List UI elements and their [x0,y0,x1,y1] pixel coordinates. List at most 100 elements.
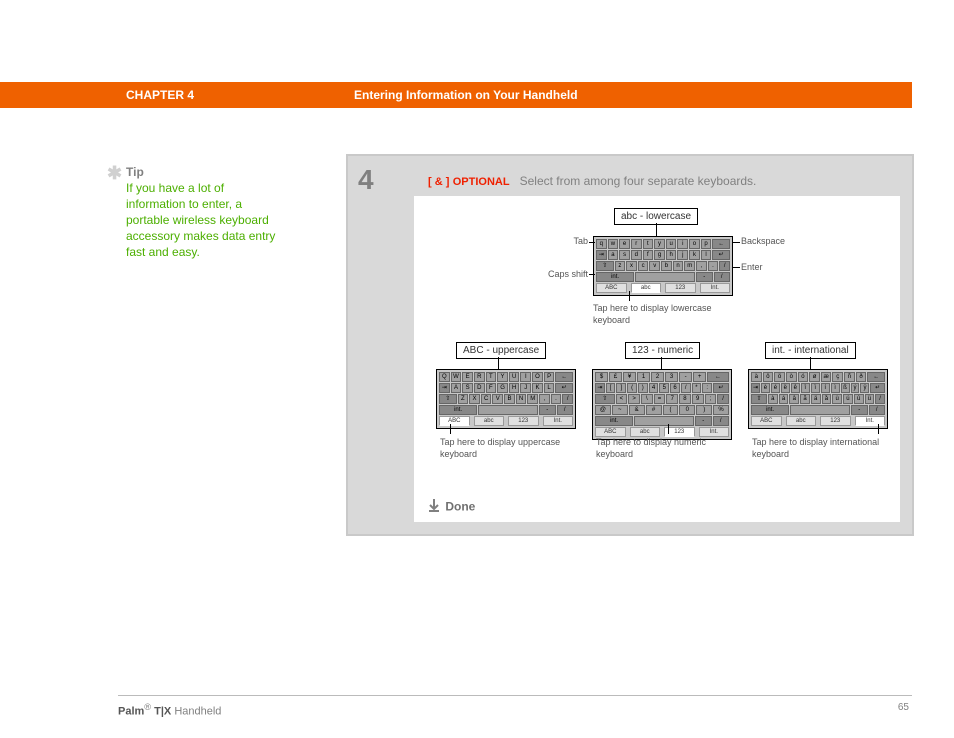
optional-label: OPTIONAL [453,176,510,188]
key: æ [821,372,832,382]
key: = [654,394,666,404]
key: â [789,394,799,404]
key: á [779,394,789,404]
key: ß [841,383,850,393]
key: ë [781,383,790,393]
key: - [539,405,555,415]
key: r [631,239,642,249]
key: R [474,372,485,382]
leader-line [450,424,451,434]
caption-numeric: Tap here to display numeric keyboard [596,436,736,460]
key: Q [439,372,450,382]
leader-line [589,242,595,243]
key: @ [595,405,611,415]
key: / [875,394,885,404]
key: ø [809,372,820,382]
key: N [516,394,527,404]
key: ã [800,394,810,404]
key: é [771,383,780,393]
key: d [631,250,642,260]
key: M [527,394,538,404]
key: u [666,239,677,249]
label-enter: Enter [741,262,763,272]
key: å [822,394,832,404]
key: ; [705,394,717,404]
key: 7 [666,394,678,404]
key: à [768,394,778,404]
key: Y [497,372,508,382]
key: ⇥ [751,383,760,393]
key: Z [458,394,469,404]
leader-line [810,357,811,369]
caption-lowercase: Tap here to display lowercase keyboard [593,302,733,326]
key: p [701,239,712,249]
label-caps: Caps shift [528,269,588,279]
key: 1 [637,372,650,382]
key: ò [786,372,797,382]
key: C [481,394,492,404]
key: ä [811,394,821,404]
key: A [451,383,462,393]
key: 8 [679,394,691,404]
leader-line [661,357,662,369]
key: c [638,261,649,271]
key: + [693,372,706,382]
key: ó [798,372,809,382]
key: ö [774,372,785,382]
key: 4 [649,383,659,393]
key: : [702,383,712,393]
key: b [661,261,672,271]
key: ~ [612,405,628,415]
key: è [761,383,770,393]
key: > [628,394,640,404]
key: i [677,239,688,249]
key: ì [831,383,840,393]
step-text: Select from among four separate keyboard… [520,174,757,188]
chapter-label: CHAPTER 4 [126,88,194,102]
key: û [854,394,864,404]
key: D [474,383,485,393]
step-instruction: [ & ] OPTIONAL Select from among four se… [428,174,900,188]
leader-line [629,291,630,301]
key: - [851,405,867,415]
key: ( [663,405,679,415]
key: int. [751,405,789,415]
key: ç [832,372,843,382]
key: y [654,239,665,249]
key: ⇧ [751,394,767,404]
key: . [551,394,562,404]
key: a [608,250,619,260]
key: ü [865,394,875,404]
key: w [608,239,619,249]
key: , [539,394,550,404]
key: K [532,383,543,393]
key: T [486,372,497,382]
key: ) [638,383,648,393]
key: í [821,383,830,393]
key: n [673,261,684,271]
label-tab: Tab [553,236,588,246]
key: ↵ [712,250,730,260]
leader-line [732,267,740,268]
key: ⇧ [596,261,614,271]
key: % [713,405,729,415]
keyboard-uppercase: QWERTYUIOP←⇥ASDFGHJKL↵⇧ZXCVBNM,./int.-/A… [436,369,576,429]
leader-line [589,274,595,275]
key: 9 [692,394,704,404]
key: L [544,383,555,393]
key: B [504,394,515,404]
leader-line [668,424,669,434]
key: e [619,239,630,249]
key: ù [832,394,842,404]
key: t [643,239,654,249]
key: ] [616,383,626,393]
chapter-header-bar: CHAPTER 4 Entering Information on Your H… [0,82,912,108]
key: ⇥ [439,383,450,393]
key [790,405,850,415]
key: . [708,261,719,271]
key: - [679,372,692,382]
key: # [646,405,662,415]
key: * [692,383,702,393]
key: m [684,261,695,271]
keyboard-numeric: $£¥123-+←⇥[]()456/*:↵⇧<>\=789;/@~&#(0)%i… [592,369,732,440]
